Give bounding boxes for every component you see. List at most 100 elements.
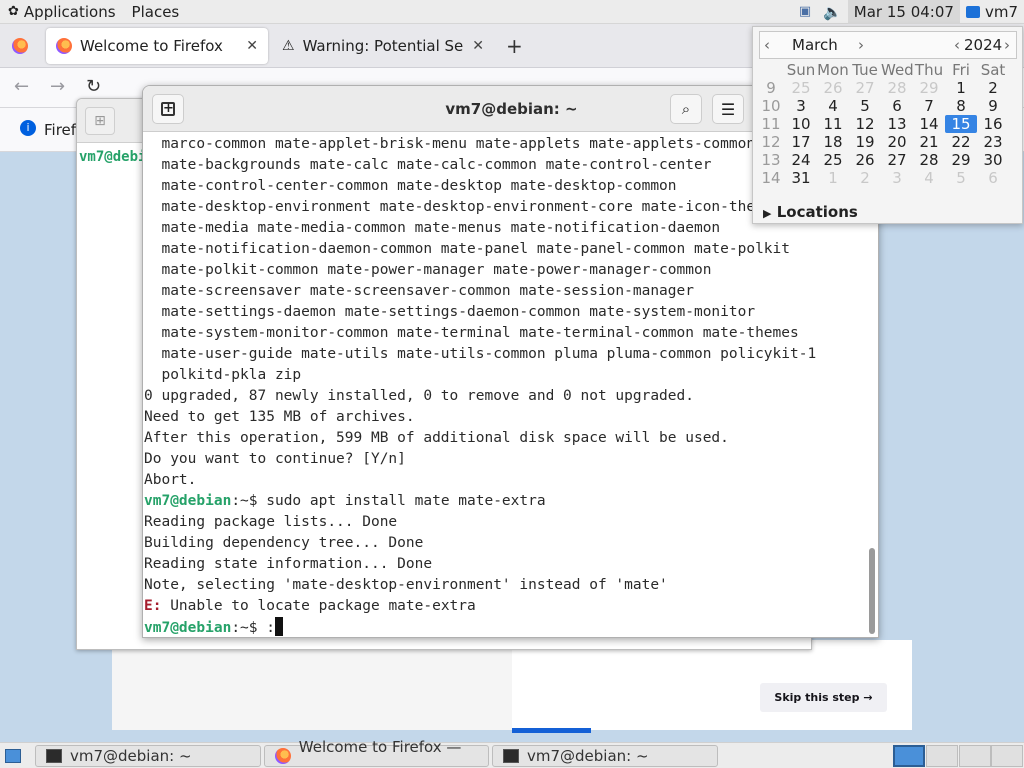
terminal-text: 0 upgraded, 87 newly installed, 0 to rem… bbox=[144, 388, 694, 404]
calendar-day[interactable]: 10 bbox=[785, 115, 817, 133]
next-year-icon[interactable]: › bbox=[1004, 36, 1010, 54]
calendar-day[interactable]: 24 bbox=[785, 151, 817, 169]
terminal-line: vm7@debian:~$ : bbox=[144, 617, 862, 637]
calendar-day[interactable]: 25 bbox=[785, 79, 817, 97]
terminal-line: mate-system-monitor-common mate-terminal… bbox=[144, 323, 862, 344]
volume-icon[interactable]: 🔈 bbox=[817, 3, 848, 21]
calendar-day[interactable]: 19 bbox=[849, 133, 881, 151]
applications-menu[interactable]: ✿ Applications bbox=[0, 0, 124, 24]
calendar-day[interactable]: 22 bbox=[945, 133, 977, 151]
calendar-day[interactable]: 31 bbox=[785, 169, 817, 187]
terminal-text: mate-backgrounds mate-calc mate-calc-com… bbox=[144, 157, 712, 173]
locations-expander[interactable]: ▶ Locations bbox=[763, 203, 858, 221]
calendar-day[interactable]: 17 bbox=[785, 133, 817, 151]
new-tab-icon: + bbox=[161, 101, 175, 116]
expander-triangle-icon: ▶ bbox=[763, 207, 772, 220]
taskbar-item-terminal-1[interactable]: vm7@debian: ~ bbox=[35, 745, 261, 767]
calendar-day[interactable]: 4 bbox=[817, 97, 849, 115]
user-menu[interactable]: vm7 bbox=[960, 3, 1024, 21]
terminal-text: mate-system-monitor-common mate-terminal… bbox=[144, 325, 799, 341]
menu-button[interactable]: ☰ bbox=[712, 94, 744, 124]
taskbar-item-terminal-2[interactable]: vm7@debian: ~ bbox=[492, 745, 718, 767]
calendar-day[interactable]: 26 bbox=[849, 151, 881, 169]
calendar-day[interactable]: 27 bbox=[849, 79, 881, 97]
calendar-day[interactable]: 9 bbox=[977, 97, 1009, 115]
tab-warning[interactable]: ⚠ Warning: Potential Sec ✕ bbox=[272, 28, 494, 64]
terminal-line: E: Unable to locate package mate-extra bbox=[144, 596, 862, 617]
network-icon[interactable]: ▣ bbox=[793, 4, 817, 19]
workspace-2[interactable] bbox=[926, 745, 958, 767]
calendar-day[interactable]: 18 bbox=[817, 133, 849, 151]
places-menu[interactable]: Places bbox=[124, 0, 188, 24]
terminal-text: marco-common mate-applet-brisk-menu mate… bbox=[144, 136, 756, 152]
prev-year-icon[interactable]: ‹ bbox=[954, 36, 960, 54]
calendar-day[interactable]: 3 bbox=[785, 97, 817, 115]
new-tab-button[interactable]: + bbox=[506, 34, 523, 58]
calendar-day[interactable]: 12 bbox=[849, 115, 881, 133]
close-tab-icon[interactable]: ✕ bbox=[246, 38, 258, 54]
workspace-1[interactable] bbox=[893, 745, 925, 767]
calendar-day[interactable]: 25 bbox=[817, 151, 849, 169]
calendar-day-selected[interactable]: 15 bbox=[945, 115, 977, 133]
back-arrow-icon[interactable]: ← bbox=[14, 76, 29, 97]
clock[interactable]: Mar 15 04:07 bbox=[847, 0, 960, 24]
calendar-day[interactable]: 4 bbox=[913, 169, 945, 187]
terminal-text: mate-settings-daemon mate-settings-daemo… bbox=[144, 304, 756, 320]
onboarding-progress bbox=[512, 728, 591, 733]
workspace-3[interactable] bbox=[959, 745, 991, 767]
next-month-icon[interactable]: › bbox=[858, 36, 864, 54]
calendar-day[interactable]: 1 bbox=[945, 79, 977, 97]
calendar-day[interactable]: 1 bbox=[817, 169, 849, 187]
terminal-text: Reading package lists... Done bbox=[144, 514, 398, 530]
terminal-icon bbox=[46, 749, 62, 763]
tab-welcome-firefox[interactable]: Welcome to Firefox ✕ bbox=[46, 28, 268, 64]
bookmark-label[interactable]: Firef bbox=[44, 121, 76, 139]
calendar-day[interactable]: 16 bbox=[977, 115, 1009, 133]
applications-label: Applications bbox=[23, 2, 116, 21]
calendar-day[interactable]: 26 bbox=[817, 79, 849, 97]
terminal-line: Note, selecting 'mate-desktop-environmen… bbox=[144, 575, 862, 596]
terminal-text: mate-desktop-environment mate-desktop-en… bbox=[144, 199, 773, 215]
calendar-day[interactable]: 11 bbox=[817, 115, 849, 133]
terminal-scrollbar[interactable] bbox=[869, 548, 875, 634]
new-tab-icon[interactable]: ⊞ bbox=[85, 107, 115, 135]
prompt-text: vm7@debian bbox=[144, 493, 232, 509]
close-tab-icon[interactable]: ✕ bbox=[472, 38, 484, 54]
calendar-day[interactable]: 20 bbox=[881, 133, 913, 151]
calendar-day[interactable]: 28 bbox=[913, 151, 945, 169]
calendar-day[interactable]: 14 bbox=[913, 115, 945, 133]
calendar-day[interactable]: 27 bbox=[881, 151, 913, 169]
calendar-day[interactable]: 6 bbox=[977, 169, 1009, 187]
calendar-day[interactable]: 6 bbox=[881, 97, 913, 115]
calendar-day[interactable]: 29 bbox=[945, 151, 977, 169]
calendar-day[interactable]: 3 bbox=[881, 169, 913, 187]
firefox-view-icon[interactable] bbox=[12, 38, 28, 58]
taskbar-label: vm7@debian: ~ bbox=[527, 747, 649, 765]
tab-label: Warning: Potential Sec bbox=[302, 37, 465, 55]
calendar-day[interactable]: 8 bbox=[945, 97, 977, 115]
forward-arrow-icon[interactable]: → bbox=[50, 76, 65, 97]
calendar-day[interactable]: 5 bbox=[849, 97, 881, 115]
terminal-text: Unable to locate package mate-extra bbox=[170, 598, 476, 614]
calendar-day[interactable]: 29 bbox=[913, 79, 945, 97]
year-label: 2024 bbox=[964, 36, 1003, 54]
show-desktop-icon[interactable] bbox=[5, 749, 21, 763]
prev-month-icon[interactable]: ‹ bbox=[764, 36, 770, 54]
calendar-day[interactable]: 13 bbox=[881, 115, 913, 133]
taskbar-item-firefox[interactable]: Welcome to Firefox — ... bbox=[264, 738, 489, 768]
calendar-day[interactable]: 2 bbox=[849, 169, 881, 187]
calendar-day[interactable]: 30 bbox=[977, 151, 1009, 169]
workspace-4[interactable] bbox=[991, 745, 1023, 767]
calendar-day[interactable]: 5 bbox=[945, 169, 977, 187]
skip-step-button[interactable]: Skip this step → bbox=[760, 683, 887, 712]
calendar-day[interactable]: 28 bbox=[881, 79, 913, 97]
calendar-day[interactable]: 23 bbox=[977, 133, 1009, 151]
search-button[interactable]: ⌕ bbox=[670, 94, 702, 124]
locations-label: Locations bbox=[776, 203, 858, 221]
calendar-day[interactable]: 21 bbox=[913, 133, 945, 151]
new-tab-button[interactable]: + bbox=[152, 94, 184, 124]
firefox-icon bbox=[56, 38, 72, 54]
calendar-day[interactable]: 2 bbox=[977, 79, 1009, 97]
calendar-day[interactable]: 7 bbox=[913, 97, 945, 115]
reload-icon[interactable]: ↻ bbox=[86, 76, 101, 97]
